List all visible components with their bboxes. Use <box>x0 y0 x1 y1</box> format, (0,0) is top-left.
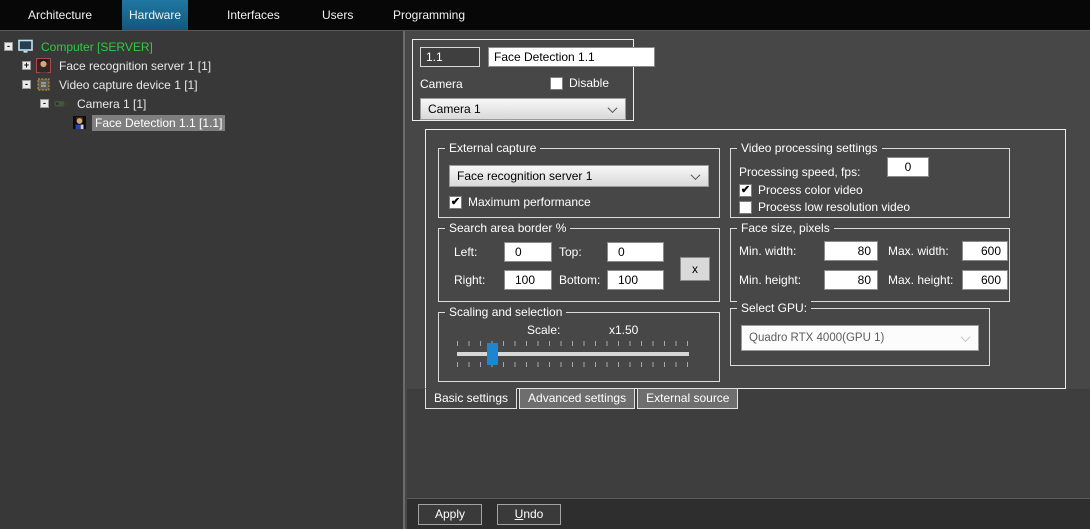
scale-label: Scale: <box>527 323 560 337</box>
tab-advanced-settings[interactable]: Advanced settings <box>519 388 635 409</box>
tree-item-label: Camera 1 [1] <box>74 96 149 112</box>
gpu-select[interactable]: Quadro RTX 4000(GPU 1) <box>741 325 979 351</box>
tree-item-face-recognition-server[interactable]: + Face recognition server 1 [1] <box>0 56 403 75</box>
max-width-label: Max. width: <box>888 244 949 258</box>
external-capture-group: External capture Face recognition server… <box>438 148 720 218</box>
min-height-field[interactable] <box>824 270 878 290</box>
computer-icon <box>18 39 33 54</box>
tree-item-video-capture-device[interactable]: - Video capture device 1 [1] <box>0 75 403 94</box>
maximum-performance-label: Maximum performance <box>468 195 591 209</box>
disable-checkbox-row[interactable]: Disable <box>550 76 609 90</box>
chevron-down-icon <box>961 332 971 342</box>
gpu-group: Select GPU: Quadro RTX 4000(GPU 1) <box>730 308 990 366</box>
tree-item-computer[interactable]: - Computer [SERVER] <box>0 37 403 56</box>
recognition-server-select[interactable]: Face recognition server 1 <box>449 165 709 187</box>
tree-item-face-detection[interactable]: Face Detection 1.1 [1.1] <box>0 113 403 132</box>
menu-item-users[interactable]: Users <box>322 0 353 30</box>
left-field[interactable] <box>504 242 552 262</box>
process-low-res-checkbox[interactable] <box>739 201 752 214</box>
disable-checkbox[interactable] <box>550 77 563 90</box>
external-capture-title: External capture <box>445 141 540 155</box>
tree-item-label: Face Detection 1.1 [1.1] <box>92 115 225 131</box>
bottom-label: Bottom: <box>559 273 600 287</box>
recognition-server-select-value: Face recognition server 1 <box>457 169 592 183</box>
collapse-toggle-icon[interactable]: - <box>40 99 49 108</box>
apply-button[interactable]: Apply <box>418 504 482 525</box>
face-server-icon <box>36 58 51 73</box>
processing-speed-label: Processing speed, fps: <box>739 165 860 179</box>
basic-settings-box: External capture Face recognition server… <box>425 129 1066 389</box>
object-name-field[interactable] <box>488 47 655 67</box>
scale-slider[interactable] <box>457 341 689 369</box>
gpu-select-value: Quadro RTX 4000(GPU 1) <box>749 332 884 344</box>
disable-label: Disable <box>569 76 609 90</box>
max-height-label: Max. height: <box>888 273 953 287</box>
maximum-performance-row[interactable]: ✔ Maximum performance <box>449 195 591 209</box>
top-menu-bar: Architecture Hardware Interfaces Users P… <box>0 0 1090 30</box>
max-height-field[interactable] <box>962 270 1008 290</box>
camera-label: Camera <box>420 77 463 91</box>
face-size-title: Face size, pixels <box>737 221 834 235</box>
tree-item-label: Face recognition server 1 [1] <box>56 58 214 74</box>
video-processing-title: Video processing settings <box>737 141 882 155</box>
process-low-res-label: Process low resolution video <box>758 200 910 214</box>
chevron-down-icon <box>608 103 618 113</box>
chevron-down-icon <box>691 170 701 180</box>
menu-item-programming[interactable]: Programming <box>393 0 465 30</box>
min-height-label: Min. height: <box>739 273 801 287</box>
scaling-title: Scaling and selection <box>445 305 566 319</box>
right-label: Right: <box>454 273 485 287</box>
object-header-box: Camera Disable Camera 1 <box>412 39 634 121</box>
reset-search-area-button[interactable]: x <box>680 257 710 281</box>
menu-item-architecture[interactable]: Architecture <box>28 0 92 30</box>
process-color-video-row[interactable]: ✔ Process color video <box>739 183 863 197</box>
max-width-field[interactable] <box>962 241 1008 261</box>
tab-basic-settings[interactable]: Basic settings <box>425 388 517 409</box>
processing-speed-field[interactable] <box>887 157 929 177</box>
camera-icon <box>54 96 69 111</box>
settings-tabstrip: Basic settings Advanced settings Externa… <box>425 388 738 409</box>
collapse-toggle-icon[interactable]: - <box>4 42 13 51</box>
scale-value: x1.50 <box>609 323 638 337</box>
face-size-group: Face size, pixels Min. width: Max. width… <box>730 228 1010 302</box>
right-field[interactable] <box>504 270 552 290</box>
video-processing-group: Video processing settings Processing spe… <box>730 148 1010 218</box>
expand-toggle-icon[interactable]: + <box>22 61 31 70</box>
undo-button[interactable]: Undo <box>497 504 561 525</box>
tab-external-source[interactable]: External source <box>637 388 738 409</box>
settings-panel: Camera Disable Camera 1 External capture… <box>407 31 1090 529</box>
menu-item-hardware[interactable]: Hardware <box>122 0 188 30</box>
gpu-title: Select GPU: <box>737 301 811 315</box>
tree-item-label: Computer [SERVER] <box>38 39 156 55</box>
search-area-group: Search area border % Left: Top: Right: B… <box>438 228 720 302</box>
undo-button-label: Undo <box>498 505 560 524</box>
maximum-performance-checkbox[interactable]: ✔ <box>449 196 462 209</box>
min-width-field[interactable] <box>824 241 878 261</box>
apply-button-label: Apply <box>419 505 481 524</box>
process-low-res-row[interactable]: Process low resolution video <box>739 200 910 214</box>
search-area-title: Search area border % <box>445 221 570 235</box>
camera-select[interactable]: Camera 1 <box>420 98 626 120</box>
min-width-label: Min. width: <box>739 244 796 258</box>
scaling-group: Scaling and selection Scale: x1.50 <box>438 312 720 382</box>
top-label: Top: <box>559 245 582 259</box>
tree-item-camera[interactable]: - Camera 1 [1] <box>0 94 403 113</box>
capture-device-icon <box>36 77 51 92</box>
process-color-video-label: Process color video <box>758 183 863 197</box>
top-field[interactable] <box>607 242 664 262</box>
camera-select-value: Camera 1 <box>428 102 481 116</box>
menu-item-interfaces[interactable]: Interfaces <box>227 0 280 30</box>
bottom-field[interactable] <box>607 270 664 290</box>
face-detection-icon <box>72 115 87 130</box>
process-color-video-checkbox[interactable]: ✔ <box>739 184 752 197</box>
object-id-field[interactable] <box>420 47 480 67</box>
tree-item-label: Video capture device 1 [1] <box>56 77 201 93</box>
device-tree-panel: - Computer [SERVER] + Face recognition s… <box>0 31 405 529</box>
scale-slider-thumb[interactable] <box>487 343 498 365</box>
action-bar: Apply Undo <box>407 498 1090 529</box>
left-label: Left: <box>454 245 477 259</box>
workspace: - Computer [SERVER] + Face recognition s… <box>0 30 1090 528</box>
collapse-toggle-icon[interactable]: - <box>22 80 31 89</box>
